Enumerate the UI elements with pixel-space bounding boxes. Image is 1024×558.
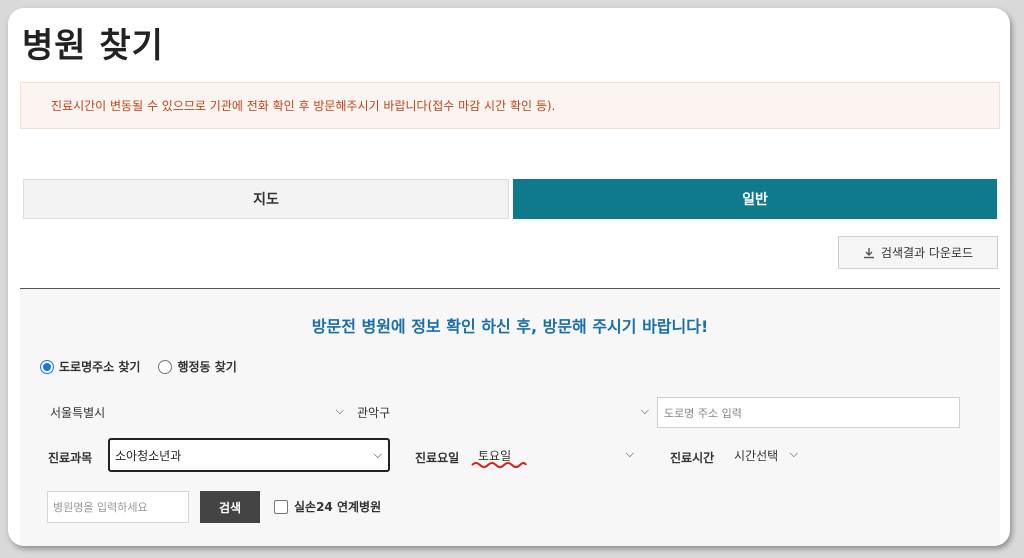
tab-map[interactable]: 지도 [23, 179, 509, 219]
address-mode-group: 도로명주소 찾기 행정동 찾기 [40, 358, 255, 375]
view-tabs: 지도 일반 [23, 179, 997, 219]
page-title: 병원 찾기 [22, 26, 164, 66]
download-icon [863, 247, 874, 258]
department-label: 진료과목 [48, 451, 93, 465]
chevron-down-icon: ⌵ [373, 448, 382, 461]
chevron-down-icon: ⌵ [640, 404, 649, 417]
city-select[interactable]: 서울특별시 ⌵ [50, 397, 346, 427]
search-heading: 방문전 병원에 정보 확인 하신 후, 방문해 주시기 바랍니다! [311, 317, 709, 336]
silson24-checkbox[interactable] [274, 499, 288, 514]
day-select-value: 토요일 [471, 447, 527, 468]
time-select-value: 시간선택 [734, 448, 779, 463]
road-address-placeholder: 도로명 주소 입력 [664, 406, 742, 420]
search-button-label: 검색 [218, 500, 242, 515]
time-label: 진료시간 [670, 451, 715, 465]
district-select-value: 관악구 [357, 405, 391, 420]
radio-admin-dong[interactable]: 행정동 찾기 [158, 358, 237, 375]
time-select[interactable]: 시간선택 ⌵ [734, 440, 800, 470]
silson24-checkbox-row[interactable]: 실손24 연계병원 [274, 498, 381, 515]
red-squiggle-underline [471, 461, 527, 468]
tab-general[interactable]: 일반 [513, 179, 997, 219]
radio-road-address[interactable]: 도로명주소 찾기 [40, 358, 140, 375]
search-button[interactable]: 검색 [200, 491, 260, 523]
chevron-down-icon: ⌵ [789, 447, 798, 460]
tab-map-label: 지도 [253, 192, 279, 208]
district-select[interactable]: 관악구 ⌵ [357, 397, 651, 427]
browser-frame: 병원 찾기 진료시간이 변동될 수 있으므로 기관에 전화 확인 후 방문해주시… [8, 8, 1010, 546]
download-results-button[interactable]: 검색결과 다운로드 [838, 236, 998, 269]
department-select-value: 소아청소년과 [115, 448, 182, 463]
notice-banner: 진료시간이 변동될 수 있으므로 기관에 전화 확인 후 방문해주시기 바랍니다… [20, 82, 1000, 129]
tab-general-label: 일반 [742, 192, 768, 208]
chevron-down-icon: ⌵ [625, 447, 634, 460]
silson24-label: 실손24 연계병원 [294, 500, 382, 514]
download-label: 검색결과 다운로드 [880, 246, 974, 260]
search-panel: 방문전 병원에 정보 확인 하신 후, 방문해 주시기 바랍니다! 도로명주소 … [20, 289, 1000, 546]
road-address-input[interactable]: 도로명 주소 입력 [657, 397, 960, 428]
radio-admin-dong-button[interactable] [158, 359, 173, 374]
day-select[interactable]: 토요일 ⌵ [471, 440, 636, 470]
city-select-value: 서울특별시 [50, 405, 106, 420]
radio-road-address-label: 도로명주소 찾기 [59, 360, 141, 374]
hospital-name-input[interactable]: 병원명을 입력하세요 [47, 491, 189, 523]
department-select[interactable]: 소아청소년과 ⌵ [108, 438, 390, 472]
notice-text: 진료시간이 변동될 수 있으므로 기관에 전화 확인 후 방문해주시기 바랍니다… [51, 99, 556, 113]
radio-admin-dong-label: 행정동 찾기 [177, 360, 237, 374]
chevron-down-icon: ⌵ [335, 404, 344, 417]
radio-road-address-button[interactable] [40, 359, 54, 374]
hospital-name-placeholder: 병원명을 입력하세요 [53, 501, 148, 514]
day-label: 진료요일 [415, 451, 460, 465]
